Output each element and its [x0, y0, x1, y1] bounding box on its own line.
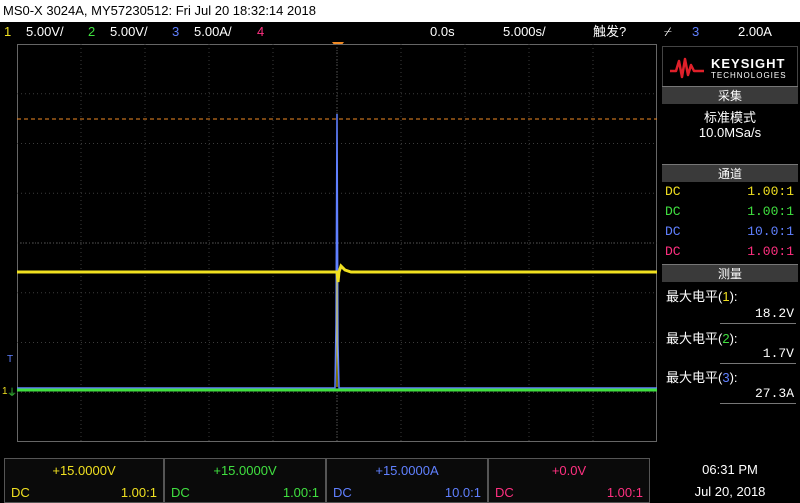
acquisition-mode: 标准模式 — [703, 110, 756, 125]
channels-header[interactable]: 通道 — [662, 164, 798, 182]
ch3-probe-bottom: 10.0:1 — [444, 485, 481, 500]
trigger-source[interactable]: 3 — [692, 22, 699, 42]
trigger-slope-icon: ⌿ — [664, 24, 672, 39]
acquisition-header[interactable]: 采集 — [662, 86, 798, 104]
channel-row-1[interactable]: DC 1.00:1 — [662, 182, 798, 202]
window-title: MS0-X 3024A, MY57230512: Fri Jul 20 18:3… — [0, 0, 800, 22]
side-panel: KEYSIGHT TECHNOLOGIES 采集 标准模式 10.0MSa/s … — [660, 44, 800, 442]
ch1-probe-bottom: 1.00:1 — [120, 485, 157, 500]
measurement-1-label: 最大电平(1): — [666, 289, 738, 304]
ch2-number[interactable]: 2 — [88, 22, 95, 42]
keysight-wave-icon — [670, 57, 704, 79]
ch1-scale[interactable]: 5.00V/ — [26, 22, 64, 42]
ch3-offset: +15.0000A — [375, 463, 439, 478]
ch4-number[interactable]: 4 — [257, 22, 264, 42]
ch2-coupling: DC — [665, 204, 681, 219]
measurement-2-channel: 2 — [722, 331, 730, 346]
divider — [720, 323, 796, 324]
ch2-probe: 1.00:1 — [747, 204, 794, 219]
timebase-value[interactable]: 5.000s/ — [503, 22, 546, 42]
logo-brand: KEYSIGHT — [711, 56, 786, 71]
keysight-logo: KEYSIGHT TECHNOLOGIES — [662, 46, 798, 88]
ch1-offset-cell[interactable]: +15.0000V DC 1.00:1 — [4, 458, 164, 503]
ch2-offset: +15.0000V — [213, 463, 277, 478]
measurement-2-value: 1.7V — [762, 346, 794, 361]
clock-time: 06:31 PM — [702, 462, 758, 477]
ch3-probe: 10.0:1 — [747, 224, 794, 239]
ch4-offset-cell[interactable]: +0.0V DC 1.00:1 — [488, 458, 650, 503]
channel-row-4[interactable]: DC 1.00:1 — [662, 242, 798, 262]
trigger-level[interactable]: 2.00A — [738, 22, 772, 42]
ch1-number[interactable]: 1 — [4, 22, 11, 42]
ch4-coupling-bottom: DC — [495, 485, 514, 500]
divider — [720, 363, 796, 364]
ch3-offset-cell[interactable]: +15.0000A DC 10.0:1 — [326, 458, 488, 503]
ch2-scale[interactable]: 5.00V/ — [110, 22, 148, 42]
ch4-coupling: DC — [665, 244, 681, 259]
channel-row-3[interactable]: DC 10.0:1 — [662, 222, 798, 242]
ch2-coupling-bottom: DC — [171, 485, 190, 500]
ground-icon[interactable]: ⏚ — [7, 389, 17, 399]
divider — [720, 403, 796, 404]
ch3-number[interactable]: 3 — [172, 22, 179, 42]
measurement-3-value: 27.3A — [754, 386, 794, 401]
trigger-status: 触发? — [593, 24, 627, 39]
ch3-coupling-bottom: DC — [333, 485, 352, 500]
ch4-probe-bottom: 1.00:1 — [606, 485, 643, 500]
ch4-probe: 1.00:1 — [747, 244, 794, 259]
channel-row-2[interactable]: DC 1.00:1 — [662, 202, 798, 222]
ch1-coupling-bottom: DC — [11, 485, 30, 500]
ch4-offset: +0.0V — [551, 463, 587, 478]
acquisition-rate: 10.0MSa/s — [698, 125, 762, 140]
measurement-3-channel: 3 — [722, 370, 730, 385]
clock-date: Jul 20, 2018 — [694, 484, 766, 499]
ch1-offset: +15.0000V — [52, 463, 116, 478]
logo-sub: TECHNOLOGIES — [711, 71, 787, 80]
ch2-probe-bottom: 1.00:1 — [282, 485, 319, 500]
trigger-level-marker[interactable]: T — [7, 355, 13, 365]
delay-value[interactable]: 0.0s — [430, 22, 455, 42]
ch1-coupling: DC — [665, 184, 681, 199]
measurement-1-channel: 1 — [722, 289, 730, 304]
ch3-coupling: DC — [665, 224, 681, 239]
ch2-offset-cell[interactable]: +15.0000V DC 1.00:1 — [164, 458, 326, 503]
graticule — [17, 44, 657, 442]
ch1-probe: 1.00:1 — [747, 184, 794, 199]
measurement-2-label: 最大电平(2): — [666, 331, 738, 346]
channel-status-bar: 1 5.00V/ 2 5.00V/ 3 5.00A/ 4 0.0s 5.000s… — [0, 22, 800, 42]
ch3-scale[interactable]: 5.00A/ — [194, 22, 232, 42]
channel-offset-bar: +15.0000V DC 1.00:1 +15.0000V DC 1.00:1 … — [0, 458, 800, 503]
measurement-3-label: 最大电平(3): — [666, 370, 738, 385]
measurements-header[interactable]: 测量 — [662, 264, 798, 282]
measurement-1-value: 18.2V — [754, 306, 794, 321]
waveform-display[interactable] — [17, 44, 657, 442]
